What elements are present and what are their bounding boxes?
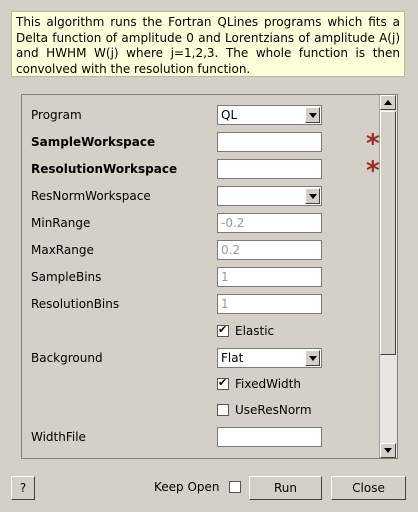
fixed-width-label: FixedWidth [235, 377, 301, 391]
elastic-checkbox[interactable]: ✔ [217, 323, 229, 337]
use-res-norm-label: UseResNorm [235, 403, 312, 417]
program-value: QL [221, 108, 238, 122]
resolution-workspace-label: ResolutionWorkspace [31, 162, 178, 176]
chevron-up-icon [384, 100, 392, 105]
required-asterisk-icon: * [366, 156, 380, 186]
check-icon: ✔ [218, 323, 228, 336]
row-elastic: ✔ Elastic [22, 320, 380, 342]
width-file-input[interactable] [217, 427, 322, 447]
min-range-label: MinRange [31, 216, 91, 230]
background-select[interactable]: Flat [217, 348, 322, 368]
row-sample-workspace: SampleWorkspace * [22, 131, 380, 157]
row-use-res-norm: UseResNorm [22, 399, 380, 421]
properties-list: Program QL SampleWorkspace * ResolutionW… [22, 95, 380, 458]
sample-bins-label: SampleBins [31, 270, 102, 284]
chevron-down-icon [309, 194, 317, 199]
elastic-label: Elastic [235, 324, 275, 338]
row-min-range: MinRange -0.2 [22, 212, 380, 234]
sample-workspace-input[interactable] [217, 132, 322, 152]
resnorm-workspace-select[interactable] [217, 186, 322, 206]
help-button[interactable]: ? [11, 476, 35, 500]
scroll-down-button[interactable] [380, 443, 396, 458]
width-file-label: WidthFile [31, 430, 86, 444]
use-res-norm-checkbox[interactable] [217, 404, 229, 416]
row-program: Program QL [22, 104, 380, 126]
max-range-input[interactable]: 0.2 [217, 240, 322, 260]
program-label: Program [31, 108, 82, 122]
keep-open-label: Keep Open [154, 480, 220, 494]
check-icon: ✔ [218, 376, 228, 389]
chevron-down-icon [309, 113, 317, 118]
resnorm-workspace-label: ResNormWorkspace [31, 189, 151, 203]
background-dropdown-button[interactable] [305, 350, 320, 366]
row-fixed-width: ✔ FixedWidth [22, 373, 380, 395]
keep-open-checkbox[interactable] [229, 481, 241, 493]
run-button[interactable]: Run [249, 476, 322, 500]
algorithm-description: This algorithm runs the Fortran QLines p… [11, 11, 405, 77]
resolution-workspace-input[interactable] [217, 159, 322, 179]
sample-workspace-label: SampleWorkspace [31, 135, 156, 149]
row-max-range: MaxRange 0.2 [22, 239, 380, 261]
row-resolution-bins: ResolutionBins 1 [22, 293, 380, 315]
background-value: Flat [221, 351, 244, 365]
row-sample-bins: SampleBins 1 [22, 266, 380, 288]
row-resnorm-workspace: ResNormWorkspace [22, 185, 380, 207]
program-dropdown-button[interactable] [305, 107, 320, 123]
row-width-file: WidthFile [22, 426, 380, 448]
resolution-bins-label: ResolutionBins [31, 297, 120, 311]
max-range-label: MaxRange [31, 243, 94, 257]
resolution-bins-input[interactable]: 1 [217, 294, 322, 314]
row-background: Background Flat [22, 347, 380, 369]
vertical-scrollbar[interactable] [379, 95, 397, 458]
program-select[interactable]: QL [217, 105, 322, 125]
fixed-width-checkbox[interactable]: ✔ [217, 376, 229, 390]
background-label: Background [31, 351, 103, 365]
scroll-up-button[interactable] [380, 95, 396, 110]
scroll-thumb[interactable] [380, 111, 396, 355]
properties-panel: Program QL SampleWorkspace * ResolutionW… [21, 94, 398, 459]
min-range-input[interactable]: -0.2 [217, 213, 322, 233]
row-next-partial [22, 453, 380, 458]
close-button[interactable]: Close [331, 476, 406, 500]
sample-bins-input[interactable]: 1 [217, 267, 322, 287]
chevron-down-icon [384, 448, 392, 453]
row-resolution-workspace: ResolutionWorkspace * [22, 158, 380, 184]
resnorm-dropdown-button[interactable] [305, 188, 320, 204]
chevron-down-icon [309, 356, 317, 361]
required-asterisk-icon: * [366, 129, 380, 159]
